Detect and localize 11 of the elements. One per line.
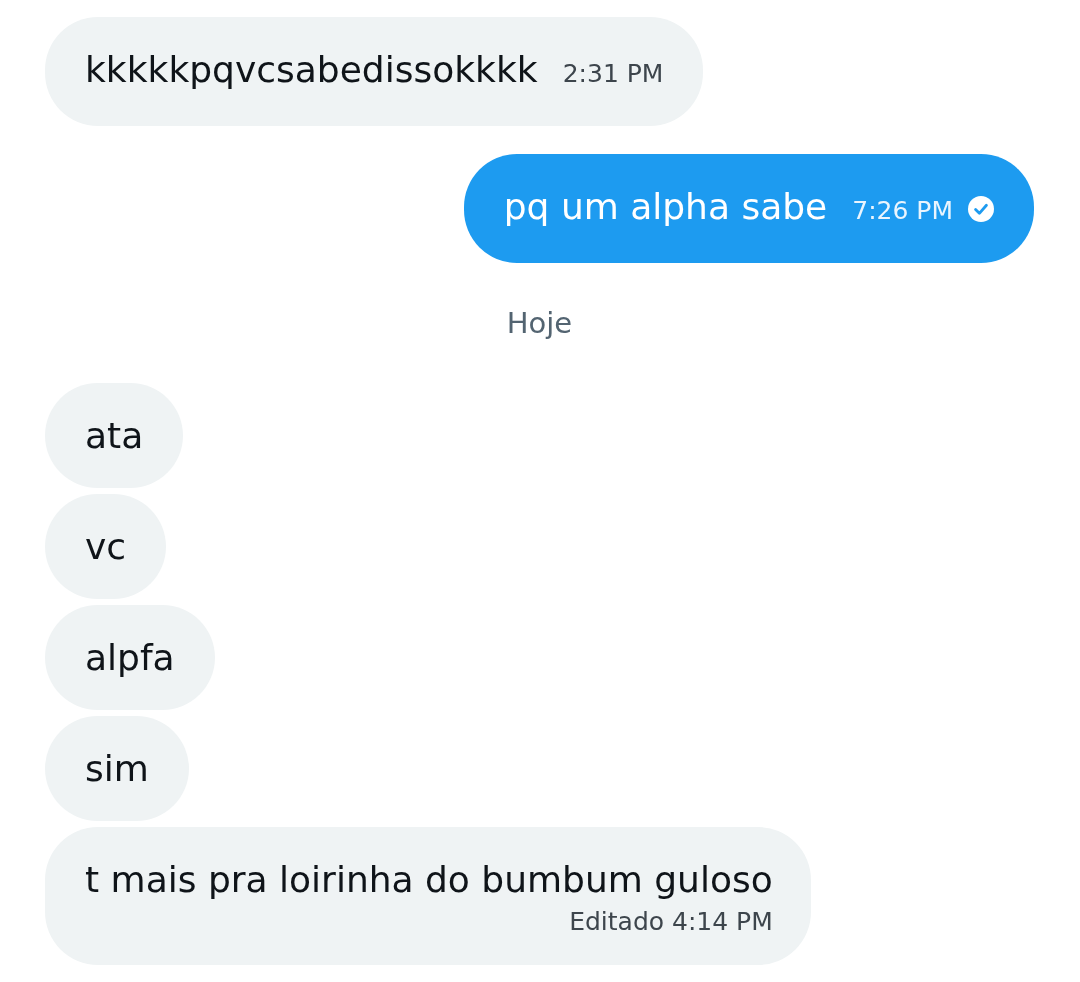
message-text: t mais pra loirinha do bumbum guloso (85, 858, 773, 902)
message-text: sim (85, 747, 149, 791)
message-text: vc (85, 525, 127, 569)
date-divider: Hoje (506, 306, 573, 340)
message-time: 7:26 PM (852, 195, 953, 227)
message-text: alpfa (85, 636, 175, 680)
message-text: pq um alpha sabe (503, 185, 828, 229)
message-time: Editado 4:14 PM (569, 906, 773, 938)
message-time: 2:31 PM (562, 58, 664, 90)
message-text: ata (85, 414, 144, 458)
message-text: kkkkkpqvcsabedissokkkk (85, 48, 538, 92)
